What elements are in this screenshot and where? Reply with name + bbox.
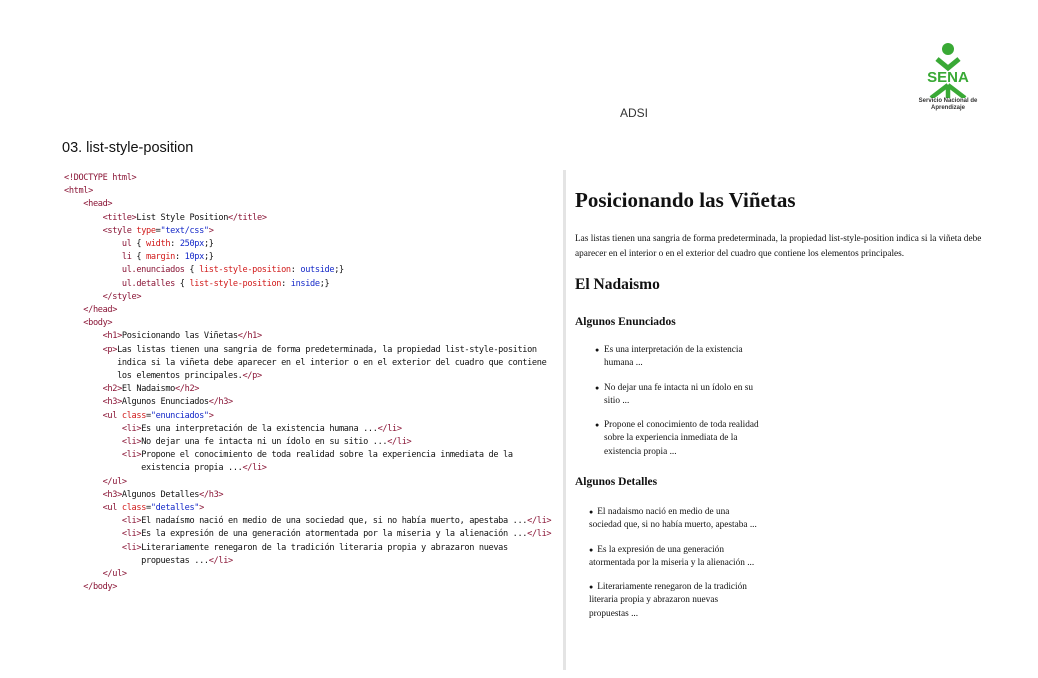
code-line: </style> <box>102 291 142 302</box>
code-line: <ul class="detalles"> <box>102 503 205 514</box>
code-line: </ul> <box>102 476 127 487</box>
code-block: <!DOCTYPE html> <html> <head> <title>List… <box>64 172 564 595</box>
list-item: ● Propone el conocimiento de toda realida… <box>595 420 759 457</box>
bullet-icon: ● <box>595 421 600 430</box>
bullet-icon: ● <box>595 346 600 354</box>
code-line: <li>El nadaísmo nació en medio de una so… <box>121 516 552 527</box>
code-line: ul.detalles { list-style-position: insid… <box>121 278 330 289</box>
code-line: <body> <box>83 318 113 329</box>
list-detalles: ● El nadaismo nació en medio de una socie… <box>589 506 757 632</box>
list-item: ● El nadaismo nació en medio de una socie… <box>589 507 757 531</box>
list-item: ● Es una interpretación de la existencia … <box>595 345 743 369</box>
list-item: ● No dejar una fe intacta ni un ídolo en … <box>595 382 753 406</box>
code-line: <li>Es una interpretación de la existenc… <box>121 423 402 434</box>
code-line: <h2>El Nadaismo</h2> <box>102 384 200 395</box>
code-line: <!DOCTYPE html> <box>64 173 137 183</box>
code-line: <head> <box>83 199 113 210</box>
code-line: <title>List Style Position</title> <box>102 212 267 223</box>
code-line: <li>No dejar una fe intacta ni un ídolo … <box>121 437 412 448</box>
code-line: <li>Literariamente renegaron de la tradi… <box>121 542 508 553</box>
bullet-icon: ● <box>589 545 594 554</box>
sena-logo-icon: SENA <box>927 43 969 98</box>
code-line: <html> <box>64 186 93 197</box>
code-line: </ul> <box>102 569 127 580</box>
bullet-icon: ● <box>595 383 600 392</box>
section-title: 03. list-style-position <box>62 140 194 156</box>
preview-heading-enunciados: Algunos Enunciados <box>575 316 676 328</box>
code-line: propuestas ...</li> <box>64 555 233 566</box>
preview-heading-2: El Nadaismo <box>575 276 660 293</box>
list-item: ● Es la expresión de una generación atorm… <box>589 544 755 568</box>
code-line: existencia propia ...</li> <box>64 463 267 474</box>
code-line: <style type="text/css"> <box>102 225 214 236</box>
logo-subtitle: Servicio Nacional de Aprendizaje <box>918 98 978 111</box>
preview-paragraph: Las listas tienen una sangria de forma p… <box>575 234 982 259</box>
code-line: indica si la viñeta debe aparecer en el … <box>64 357 547 368</box>
code-line: </body> <box>83 582 118 593</box>
code-line: <h1>Posicionando las Viñetas</h1> <box>102 331 263 342</box>
code-line: <li>Propone el conocimiento de toda real… <box>121 450 513 461</box>
list-enunciados: ● Es una interpretación de la existencia … <box>595 344 765 470</box>
svg-text:SENA: SENA <box>927 69 969 86</box>
code-line: ul { width: 250px;} <box>121 239 214 250</box>
code-line: <h3>Algunos Enunciados</h3> <box>102 397 234 408</box>
code-line: <p>Las listas tienen una sangria de form… <box>102 344 538 355</box>
bullet-icon: ● <box>589 583 594 592</box>
code-line: li { margin: 10px;} <box>121 252 214 263</box>
code-line: <li>Es la expresión de una generación at… <box>121 529 552 540</box>
bullet-icon: ● <box>589 508 594 516</box>
code-line: <ul class="enunciados"> <box>102 410 214 421</box>
list-item: ● Literariamente renegaron de la tradició… <box>589 582 747 619</box>
header-label: ADSI <box>620 106 649 120</box>
preview-heading-detalles: Algunos Detalles <box>575 476 658 488</box>
code-line: los elementos principales.</p> <box>64 371 262 382</box>
code-line: </head> <box>83 305 118 316</box>
preview-heading-1: Posicionando las Viñetas <box>575 188 796 212</box>
sena-logo: SENA Servicio Nacional de Aprendizaje <box>913 42 983 120</box>
code-line: <h3>Algunos Detalles</h3> <box>102 489 224 500</box>
divider <box>563 170 566 670</box>
code-line: ul.enunciados { list-style-position: out… <box>121 265 344 276</box>
